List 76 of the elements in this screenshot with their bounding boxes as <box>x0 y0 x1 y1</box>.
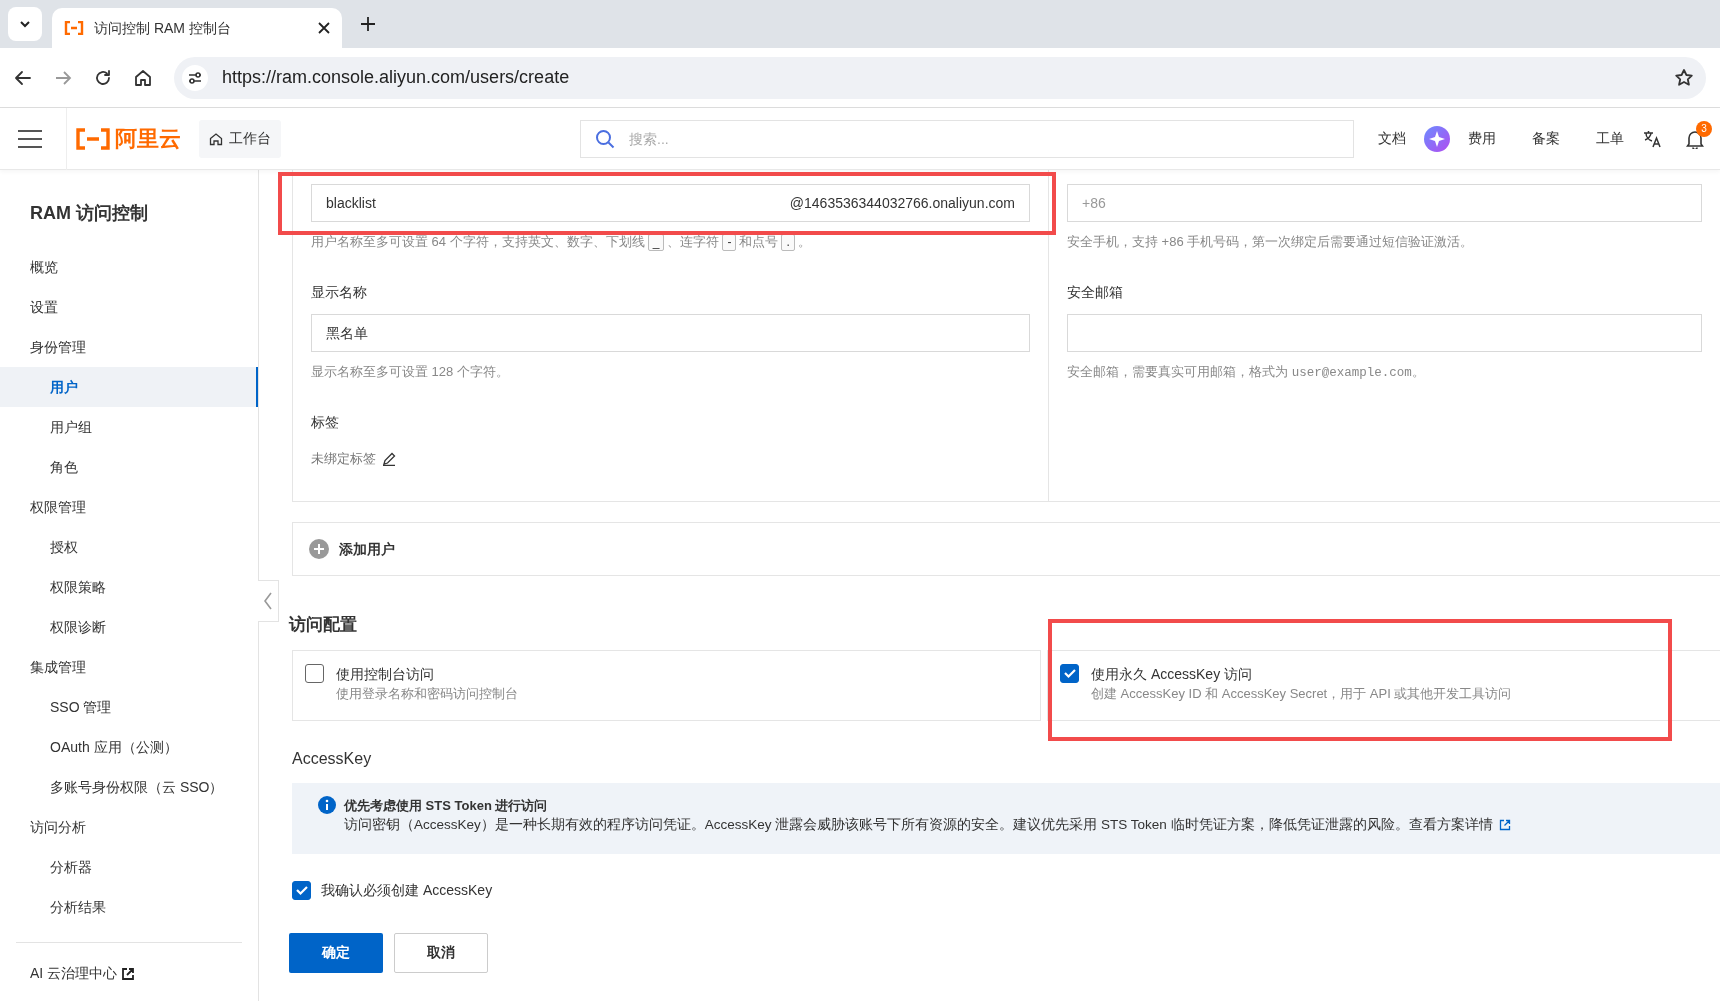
header-link[interactable]: 文档 <box>1360 128 1424 149</box>
plus-circle-icon[interactable] <box>309 539 329 559</box>
field-label: 安全邮箱 <box>1067 283 1124 302</box>
external-link-icon[interactable] <box>1498 819 1511 832</box>
field-hint: 安全邮箱，需要真实可用邮箱，格式为 user@example.com。 <box>1067 363 1426 381</box>
section-title: 访问配置 <box>289 614 358 636</box>
translate-icon[interactable] <box>1642 128 1662 149</box>
forward-icon[interactable] <box>54 68 72 87</box>
sidebar-item[interactable]: 分析结果 <box>0 887 258 927</box>
sidebar-item[interactable]: 角色 <box>0 447 258 487</box>
sidebar-item[interactable]: 分析器 <box>0 847 258 887</box>
sidebar-item[interactable]: 集成管理 <box>0 647 258 687</box>
option-description: 创建 AccessKey ID 和 AccessKey Secret，用于 API 或其他开发工具访问 <box>1091 684 1512 703</box>
add-user-link[interactable]: 添加用户 <box>339 538 395 560</box>
sidebar-item[interactable]: 身份管理 <box>0 327 258 367</box>
alert-title: 优先考虑使用 STS Token 进行访问 <box>344 796 549 815</box>
checkbox[interactable] <box>1060 663 1079 683</box>
alert-text: 访问密钥（AccessKey）是一种长期有效的程序访问凭证。AccessKey 泄露会威胁该账号下所有资源的安全。建议优先采用 STS Token 临时凭证方案，降低凭证泄露的风险。查看方案详情 <box>344 815 1511 836</box>
field-label: 标签 <box>311 413 340 432</box>
workbench-button[interactable]: 工作台 <box>199 119 281 158</box>
home-icon[interactable] <box>134 68 152 87</box>
field-hint: 安全手机，支持 +86 手机号码，第一次绑定后需要通过短信验证激活。 <box>1067 233 1475 251</box>
section-title: AccessKey <box>292 748 373 769</box>
sidebar-item[interactable]: 授权 <box>0 527 258 567</box>
menu-icon[interactable] <box>18 128 42 149</box>
cancel-button[interactable]: 取消 <box>394 932 488 973</box>
pencil-icon[interactable] <box>382 451 396 466</box>
sidebar-item[interactable]: OAuth 应用（公测） <box>0 727 258 767</box>
display-name-field[interactable]: 黑名单 <box>311 314 1030 352</box>
tag-status: 未绑定标签 <box>311 450 376 468</box>
sidebar-item[interactable]: 概览 <box>0 247 258 287</box>
home-icon <box>209 131 223 146</box>
site-settings-icon[interactable] <box>182 64 208 91</box>
sidebar-item[interactable]: 用户组 <box>0 407 258 447</box>
confirm-button[interactable]: 确定 <box>289 932 383 973</box>
external-link-icon <box>121 966 136 981</box>
notification-count: 3 <box>1696 120 1712 137</box>
tab-list-button[interactable] <box>8 7 42 41</box>
domain-suffix: @1463536344032766.onaliyun.com <box>789 193 1015 213</box>
info-icon <box>318 795 336 814</box>
browser-tab[interactable]: 访问控制 RAM 控制台 <box>52 8 342 48</box>
email-field[interactable] <box>1067 314 1702 352</box>
option-title: 使用永久 AccessKey 访问 <box>1091 664 1254 684</box>
sidebar-title: RAM 访问控制 <box>29 202 149 225</box>
sidebar-item[interactable]: 权限策略 <box>0 567 258 607</box>
option-title: 使用控制台访问 <box>336 664 435 684</box>
reload-icon[interactable] <box>94 68 112 87</box>
close-icon[interactable] <box>318 22 330 34</box>
field-label: 显示名称 <box>311 283 368 302</box>
checkbox-label: 我确认必须创建 AccessKey <box>321 880 493 900</box>
checkbox[interactable] <box>305 663 324 683</box>
sidebar-item[interactable]: 多账号身份权限（云 SSO） <box>0 767 258 807</box>
field-hint: 用户名称至多可设置 64 个字符，支持英文、数字、下划线 _ 、连字符 - 和点号 . 。 <box>311 233 812 251</box>
field-hint: 显示名称至多可设置 128 个字符。 <box>311 363 510 381</box>
header-link[interactable]: 备案 <box>1514 128 1578 149</box>
sidebar-item[interactable]: 权限管理 <box>0 487 258 527</box>
header-link[interactable]: 费用 <box>1450 128 1514 149</box>
new-tab-icon[interactable] <box>360 16 376 32</box>
header-link[interactable]: 工单 <box>1578 128 1642 149</box>
details-link[interactable]: 查看方案详情 <box>1408 817 1493 832</box>
sidebar-item[interactable]: 访问分析 <box>0 807 258 847</box>
checkbox[interactable] <box>292 880 311 900</box>
sidebar-item[interactable]: 用户 <box>0 367 258 407</box>
cloud-logo-icon <box>75 127 111 150</box>
sidebar-item[interactable]: 设置 <box>0 287 258 327</box>
sidebar-item[interactable]: 权限诊断 <box>0 607 258 647</box>
sidebar-item[interactable]: SSO 管理 <box>0 687 258 727</box>
star-icon[interactable] <box>1674 67 1694 88</box>
back-icon[interactable] <box>14 68 32 87</box>
username-field[interactable]: blacklist @1463536344032766.onaliyun.com <box>311 184 1030 222</box>
cloud-logo-icon <box>64 21 84 35</box>
chevron-left-icon <box>263 592 273 610</box>
sidebar-link[interactable]: AI 云治理中心 <box>30 963 118 984</box>
search-field[interactable]: 搜索... <box>580 119 1354 158</box>
ai-assistant-icon[interactable] <box>1424 125 1450 152</box>
option-description: 使用登录名称和密码访问控制台 <box>336 684 518 703</box>
